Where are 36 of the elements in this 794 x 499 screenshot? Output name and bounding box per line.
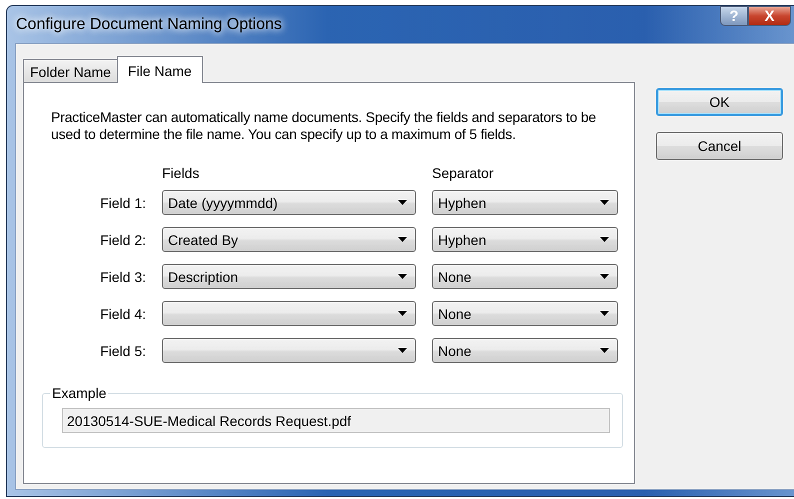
dropdown-arrow-icon: [600, 274, 609, 279]
dropdown-arrow-icon: [398, 274, 407, 279]
dropdown-arrow-icon: [600, 237, 609, 242]
field-dropdown[interactable]: [162, 338, 416, 363]
field-dropdown[interactable]: Created By: [162, 227, 416, 252]
dropdown-arrow-icon: [600, 311, 609, 316]
column-header: Fields: [162, 165, 200, 181]
group-label: Example: [50, 385, 108, 401]
tab[interactable]: Folder Name: [23, 59, 118, 82]
example-field: 20130514-SUE-Medical Records Request.pdf: [62, 408, 610, 433]
dropdown-arrow-icon: [600, 200, 609, 205]
dropdown-arrow-icon: [398, 237, 407, 242]
close-button[interactable]: X: [748, 6, 791, 26]
tab[interactable]: File Name: [116, 56, 203, 83]
dialog-button[interactable]: Cancel: [656, 132, 783, 160]
window-title: Configure Document Naming Options: [15, 16, 283, 34]
field-label: Field 2:: [100, 232, 146, 248]
dropdown-arrow-icon: [398, 348, 407, 353]
field-label: Field 3:: [100, 268, 146, 284]
description-text: PracticeMaster can automatically name documents. Specify the fields and separators to be used to determine the file name. You can specify up to a maximum of 5 fields.: [51, 109, 598, 143]
dropdown-arrow-icon: [600, 348, 609, 353]
field-dropdown[interactable]: [162, 301, 416, 326]
separator-dropdown[interactable]: None: [432, 301, 618, 326]
separator-dropdown[interactable]: None: [432, 338, 618, 363]
separator-dropdown[interactable]: Hyphen: [432, 227, 618, 252]
separator-dropdown[interactable]: Hyphen: [432, 190, 618, 215]
field-label: Field 5:: [100, 342, 146, 358]
separator-dropdown[interactable]: None: [432, 264, 618, 289]
field-label: Field 1:: [100, 194, 146, 210]
field-dropdown[interactable]: Description: [162, 264, 416, 289]
dropdown-arrow-icon: [398, 200, 407, 205]
column-header: Separator: [432, 165, 494, 181]
field-label: Field 4:: [100, 306, 146, 322]
dropdown-arrow-icon: [398, 311, 407, 316]
dialog-button[interactable]: OK: [656, 88, 783, 116]
field-dropdown[interactable]: Date (yyyymmdd): [162, 190, 416, 215]
